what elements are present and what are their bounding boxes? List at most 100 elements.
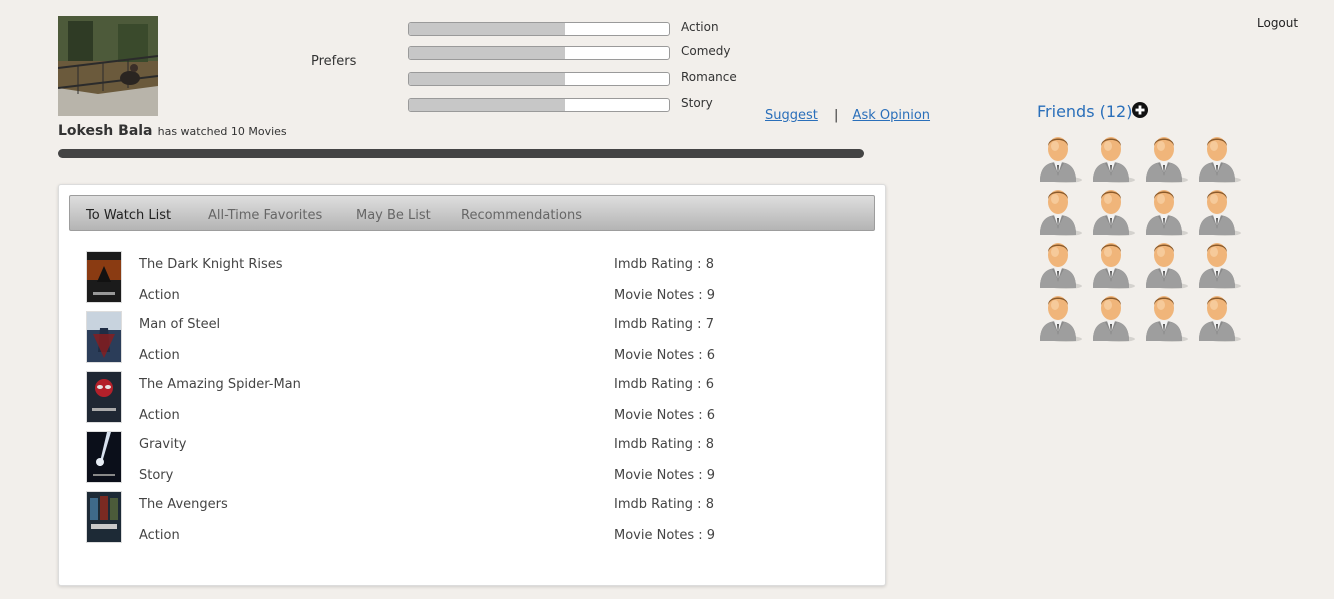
user-avatar-icon [1146, 296, 1188, 342]
preference-fill [409, 23, 565, 35]
user-avatar-icon [1199, 190, 1241, 236]
movie-genre: Action [139, 348, 180, 363]
user-avatar-icon [1199, 137, 1241, 183]
profile-photo [58, 16, 158, 116]
user-name: Lokesh Bala [58, 123, 153, 139]
movie-genre: Action [139, 408, 180, 423]
movie-row[interactable]: Gravity Story Imdb Rating : 8 Movie Note… [86, 431, 866, 483]
action-links: Suggest | Ask Opinion [765, 108, 930, 123]
logout-link[interactable]: Logout [1257, 16, 1298, 30]
user-avatar-icon [1146, 190, 1188, 236]
user-summary: Lokesh Bala has watched 10 Movies [58, 120, 287, 139]
movie-notes: Movie Notes : 9 [614, 528, 716, 543]
movie-list-panel: To Watch List All-Time Favorites May Be … [58, 184, 886, 586]
movie-imdb-rating: Imdb Rating : 8 [614, 257, 714, 272]
movie-notes: Movie Notes : 9 [614, 288, 716, 303]
plus-circle-icon[interactable] [1132, 102, 1148, 118]
watched-count-text: has watched 10 Movies [157, 125, 287, 138]
friend-avatar[interactable] [1142, 291, 1190, 343]
friend-avatar[interactable] [1195, 185, 1243, 237]
tab-bar: To Watch List All-Time Favorites May Be … [69, 195, 875, 231]
movie-genre: Action [139, 288, 180, 303]
movie-notes: Movie Notes : 6 [614, 408, 716, 423]
movie-genre: Story [139, 468, 174, 483]
profile-avatar [58, 16, 158, 116]
poster-gravity [87, 432, 121, 482]
movie-notes: Movie Notes : 6 [614, 348, 716, 363]
friend-avatar[interactable] [1089, 132, 1137, 184]
user-avatar-icon [1040, 190, 1082, 236]
movie-row[interactable]: The Avengers Action Imdb Rating : 8 Movi… [86, 491, 866, 543]
movie-title[interactable]: The Dark Knight Rises [139, 257, 283, 272]
friends-header[interactable]: Friends (12) [1037, 102, 1132, 121]
friend-avatar[interactable] [1089, 185, 1137, 237]
poster-dark-knight [87, 252, 121, 302]
friend-avatar[interactable] [1036, 238, 1084, 290]
tab-all-time-favorites[interactable]: All-Time Favorites [208, 208, 322, 223]
movie-imdb-rating: Imdb Rating : 8 [614, 497, 714, 512]
movie-row[interactable]: The Amazing Spider-Man Action Imdb Ratin… [86, 371, 866, 423]
suggest-link[interactable]: Suggest [765, 108, 818, 123]
friend-avatar[interactable] [1142, 185, 1190, 237]
user-avatar-icon [1040, 243, 1082, 289]
poster-avengers [87, 492, 121, 542]
watched-progress-bar [58, 149, 864, 158]
preference-fill [409, 47, 565, 59]
friend-avatar[interactable] [1036, 132, 1084, 184]
movie-imdb-rating: Imdb Rating : 8 [614, 437, 714, 452]
user-avatar-icon [1199, 243, 1241, 289]
watched-progress-fill [58, 149, 864, 158]
preference-label: Comedy [681, 44, 731, 58]
friend-avatar[interactable] [1036, 185, 1084, 237]
preference-label: Story [681, 96, 713, 110]
preference-fill [409, 73, 565, 85]
movie-row[interactable]: Man of Steel Action Imdb Rating : 7 Movi… [86, 311, 866, 363]
movie-poster[interactable] [86, 251, 122, 303]
preference-fill [409, 99, 565, 111]
preference-bar [408, 98, 670, 112]
movie-poster[interactable] [86, 491, 122, 543]
preference-bar [408, 72, 670, 86]
friend-avatar[interactable] [1089, 291, 1137, 343]
link-separator: | [834, 108, 839, 123]
friend-avatar[interactable] [1142, 238, 1190, 290]
movie-title[interactable]: The Avengers [139, 497, 228, 512]
user-avatar-icon [1093, 137, 1135, 183]
movie-title[interactable]: Gravity [139, 437, 186, 452]
friend-avatar[interactable] [1089, 238, 1137, 290]
movie-title[interactable]: The Amazing Spider-Man [139, 377, 301, 392]
friend-avatar[interactable] [1036, 291, 1084, 343]
movie-imdb-rating: Imdb Rating : 7 [614, 317, 714, 332]
user-avatar-icon [1146, 243, 1188, 289]
friend-avatar[interactable] [1195, 132, 1243, 184]
preference-bar [408, 22, 670, 36]
tab-may-be-list[interactable]: May Be List [356, 208, 431, 223]
poster-man-of-steel [87, 312, 121, 362]
tab-recommendations[interactable]: Recommendations [461, 208, 582, 223]
user-avatar-icon [1093, 243, 1135, 289]
user-avatar-icon [1040, 137, 1082, 183]
movie-title[interactable]: Man of Steel [139, 317, 220, 332]
friend-avatar[interactable] [1142, 132, 1190, 184]
movie-notes: Movie Notes : 9 [614, 468, 716, 483]
prefers-label: Prefers [311, 54, 357, 69]
movie-row[interactable]: The Dark Knight Rises Action Imdb Rating… [86, 251, 866, 303]
user-avatar-icon [1199, 296, 1241, 342]
friend-avatar[interactable] [1195, 238, 1243, 290]
ask-opinion-link[interactable]: Ask Opinion [853, 108, 930, 123]
preference-label: Romance [681, 70, 737, 84]
tab-to-watch-list[interactable]: To Watch List [86, 208, 171, 223]
movie-imdb-rating: Imdb Rating : 6 [614, 377, 714, 392]
user-avatar-icon [1093, 190, 1135, 236]
user-avatar-icon [1146, 137, 1188, 183]
movie-genre: Action [139, 528, 180, 543]
user-avatar-icon [1040, 296, 1082, 342]
movie-poster[interactable] [86, 311, 122, 363]
user-avatar-icon [1093, 296, 1135, 342]
friend-avatar[interactable] [1195, 291, 1243, 343]
preference-label: Action [681, 20, 719, 34]
movie-poster[interactable] [86, 431, 122, 483]
poster-amazing-spider-man [87, 372, 121, 422]
preference-bar [408, 46, 670, 60]
movie-poster[interactable] [86, 371, 122, 423]
